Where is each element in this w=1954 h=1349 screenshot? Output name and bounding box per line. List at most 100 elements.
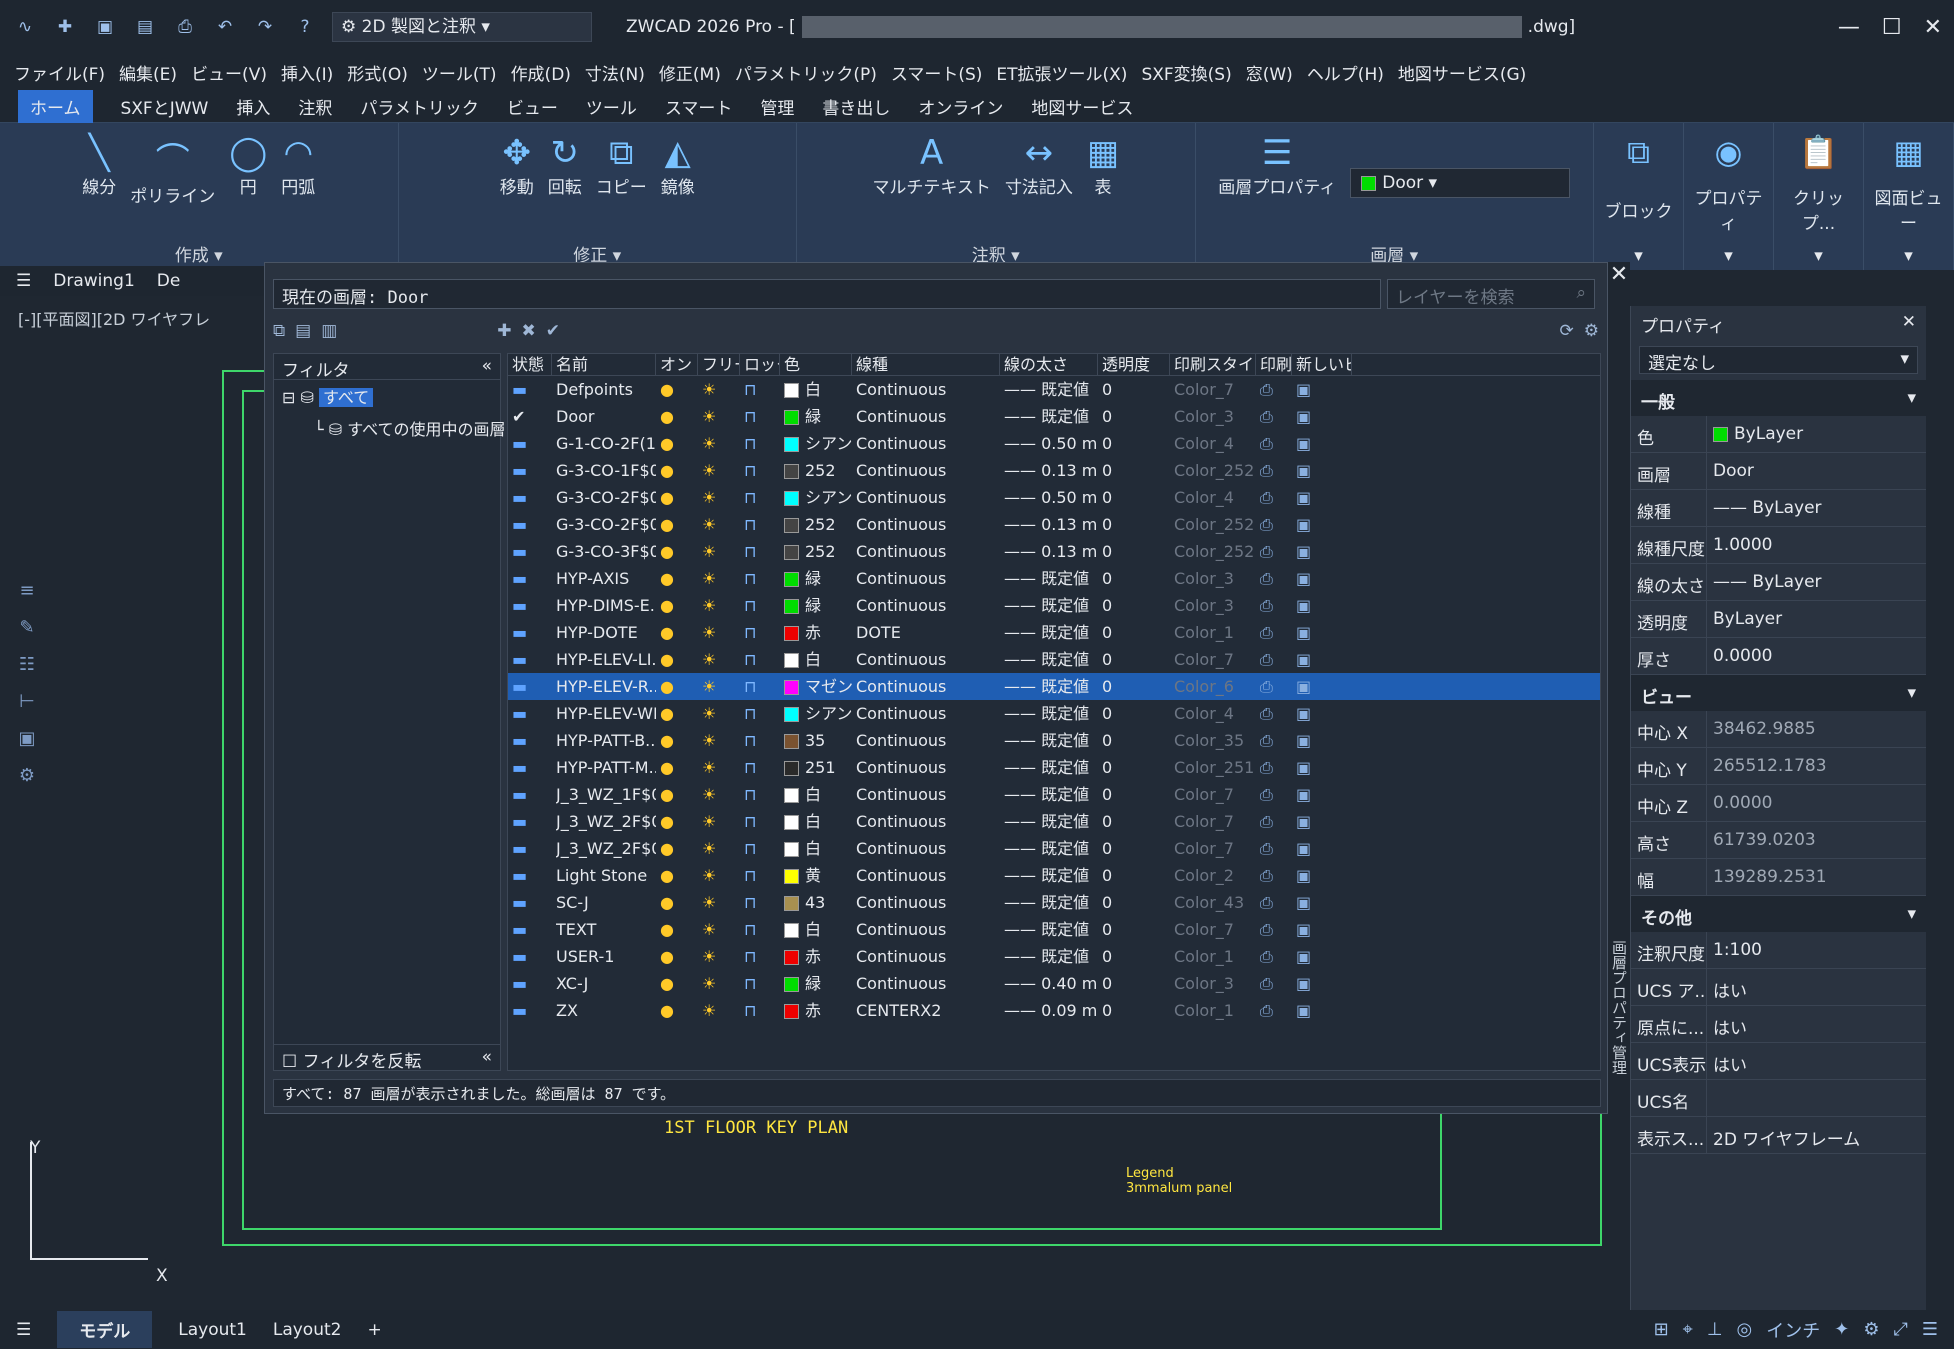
layer-linetype[interactable]: Continuous [856, 889, 1000, 916]
collapse-icon[interactable]: « [482, 1047, 492, 1068]
on-bulb-icon[interactable]: ● [660, 862, 698, 889]
plot-icon[interactable]: ⎙ [1260, 943, 1292, 970]
menu-item[interactable]: パラメトリック(P) [735, 60, 877, 85]
app-logo-icon[interactable]: ∿ [12, 14, 38, 40]
unlock-icon[interactable]: ⊓ [744, 997, 780, 1024]
save-icon[interactable]: ▤ [132, 14, 158, 40]
ribbon-tab[interactable]: 書き出し [822, 94, 890, 119]
layer-transparency[interactable]: 0 [1102, 970, 1170, 997]
layer-manager-side-tab[interactable]: 画層プロパティ管理 [1604, 940, 1630, 1110]
properties-button[interactable]: ◉ プロパティ ▾ [1684, 123, 1774, 270]
layer-lineweight[interactable]: —— 既定値 [1004, 835, 1098, 862]
layer-linetype[interactable]: Continuous [856, 538, 1000, 565]
layer-transparency[interactable]: 0 [1102, 835, 1170, 862]
layer-color[interactable]: 252 [784, 511, 852, 538]
layer-linetype[interactable]: Continuous [856, 457, 1000, 484]
plot-icon[interactable]: ⎙ [1260, 511, 1292, 538]
layer-name[interactable]: Light Stone [556, 862, 656, 889]
new-vp-freeze-icon[interactable]: ▣ [1296, 511, 1352, 538]
layer-lineweight[interactable]: —— 既定値 [1004, 403, 1098, 430]
table-row[interactable]: ▬ ZX●☀⊓赤CENTERX2—— 0.09 mm0Color_1 ⎙▣ [508, 997, 1600, 1024]
ribbon-tab[interactable]: 管理 [760, 94, 794, 119]
layer-transparency[interactable]: 0 [1102, 862, 1170, 889]
thaw-sun-icon[interactable]: ☀ [702, 970, 740, 997]
layer-transparency[interactable]: 0 [1102, 511, 1170, 538]
layer-lineweight[interactable]: —— 既定値 [1004, 754, 1098, 781]
plot-icon[interactable]: ⎙ [1260, 808, 1292, 835]
property-row[interactable]: 表示ス... 2D ワイヤフレーム [1631, 1117, 1926, 1154]
unlock-icon[interactable]: ⊓ [744, 430, 780, 457]
thaw-sun-icon[interactable]: ☀ [702, 511, 740, 538]
layer-transparency[interactable]: 0 [1102, 889, 1170, 916]
new-vp-freeze-icon[interactable]: ▣ [1296, 727, 1352, 754]
layer-lineweight[interactable]: —— 既定値 [1004, 565, 1098, 592]
fullscreen-icon[interactable]: ⤢ [1893, 1319, 1907, 1340]
on-bulb-icon[interactable]: ● [660, 457, 698, 484]
column-header[interactable]: 印刷 [1256, 354, 1292, 376]
property-row[interactable]: UCS ア... はい [1631, 969, 1926, 1006]
layer-lineweight[interactable]: —— 0.50 mm [1004, 484, 1098, 511]
layer-color[interactable]: 赤 [784, 997, 852, 1024]
property-row[interactable]: 原点に... はい [1631, 1006, 1926, 1043]
layer-transparency[interactable]: 0 [1102, 943, 1170, 970]
layer-linetype[interactable]: Continuous [856, 916, 1000, 943]
menu-item[interactable]: ET拡張ツール(X) [996, 60, 1127, 85]
on-bulb-icon[interactable]: ● [660, 889, 698, 916]
new-vp-freeze-icon[interactable]: ▣ [1296, 997, 1352, 1024]
on-bulb-icon[interactable]: ● [660, 565, 698, 592]
layer-name[interactable]: HYP-PATT-M... [556, 754, 656, 781]
close-icon[interactable]: ✕ [1924, 15, 1942, 40]
layer-color[interactable]: 緑 [784, 565, 852, 592]
table-row[interactable]: ▬ Defpoints ● ☀ ⊓ 白 Continuous —— 既定値 0 Color_7 ⎙ ▣ [508, 376, 1600, 403]
new-vp-freeze-icon[interactable]: ▣ [1296, 916, 1352, 943]
layer-lineweight[interactable]: —— 既定値 [1004, 673, 1098, 700]
layer-lineweight[interactable]: —— 既定値 [1004, 781, 1098, 808]
layer-linetype[interactable]: Continuous [856, 700, 1000, 727]
unlock-icon[interactable]: ⊓ [744, 754, 780, 781]
thaw-sun-icon[interactable]: ☀ [702, 403, 740, 430]
layer-color[interactable]: 白 [784, 916, 852, 943]
on-bulb-icon[interactable]: ● [660, 376, 698, 403]
layer-transparency[interactable]: 0 [1102, 916, 1170, 943]
ribbon-tool[interactable]: ⧉ コピー [596, 133, 647, 198]
column-header[interactable]: オン [656, 354, 698, 376]
menu-item[interactable]: 形式(O) [347, 60, 408, 85]
collapse-icon[interactable]: « [482, 356, 492, 377]
ribbon-tab[interactable]: 地図サービス [1031, 94, 1133, 119]
thaw-sun-icon[interactable]: ☀ [702, 943, 740, 970]
new-vp-freeze-icon[interactable]: ▣ [1296, 781, 1352, 808]
workspace-select[interactable]: ⚙ 2D 製図と注釈 ▾ [332, 12, 592, 42]
ribbon-tool[interactable]: ✥ 移動 [500, 133, 534, 198]
layer-name[interactable]: Door [556, 403, 656, 430]
new-vp-freeze-icon[interactable]: ▣ [1296, 484, 1352, 511]
new-vp-freeze-icon[interactable]: ▣ [1296, 457, 1352, 484]
unlock-icon[interactable]: ⊓ [744, 943, 780, 970]
menu-item[interactable]: 作成(D) [511, 60, 571, 85]
layer-color[interactable]: 緑 [784, 970, 852, 997]
edit-icon[interactable]: ✎ [19, 617, 34, 638]
table-row[interactable]: ▬ XC-J●☀⊓緑Continuous—— 0.40 mm0Color_3 ⎙▣ [508, 970, 1600, 997]
unlock-icon[interactable]: ⊓ [744, 700, 780, 727]
plot-icon[interactable]: ⎙ [1260, 403, 1292, 430]
property-row[interactable]: 線種 —— ByLayer [1631, 490, 1926, 527]
on-bulb-icon[interactable]: ● [660, 484, 698, 511]
layer-transparency[interactable]: 0 [1102, 457, 1170, 484]
table-row[interactable]: ▬ HYP-ELEV-WI...●☀⊓シアンContinuous—— 既定値0Co… [508, 700, 1600, 727]
column-header[interactable]: 状態 [508, 354, 552, 376]
property-row[interactable]: 高さ 61739.0203 [1631, 822, 1926, 859]
tab-layout1[interactable]: Layout1 [178, 1320, 247, 1340]
plot-icon[interactable]: ⎙ [1260, 565, 1292, 592]
ribbon-tab[interactable]: 注釈 [298, 94, 332, 119]
column-header[interactable]: 新しいビ [1292, 354, 1352, 376]
table-row[interactable]: ▬ SC-J ● ☀ ⊓ 43 Continuous —— 既定値 0 Color_43 ⎙ ▣ [508, 889, 1600, 916]
unlock-icon[interactable]: ⊓ [744, 673, 780, 700]
layer-lineweight[interactable]: —— 0.40 mm [1004, 970, 1098, 997]
on-bulb-icon[interactable]: ● [660, 619, 698, 646]
plot-icon[interactable]: ⎙ [1260, 997, 1292, 1024]
column-header[interactable]: 線種 [852, 354, 1000, 376]
thaw-sun-icon[interactable]: ☀ [702, 997, 740, 1024]
layer-transparency[interactable]: 0 [1102, 619, 1170, 646]
layer-state-icon[interactable]: ≡ [19, 580, 34, 601]
on-bulb-icon[interactable]: ● [660, 403, 698, 430]
layer-properties-button[interactable]: ☰ 画層プロパティ [1218, 133, 1336, 198]
